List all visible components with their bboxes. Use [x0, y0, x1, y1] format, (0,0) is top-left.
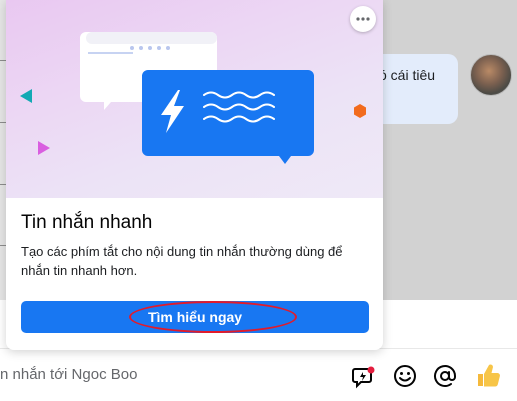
emoji-icon[interactable]	[392, 363, 418, 389]
popup-description: Tạo các phím tắt cho nội dung tin nhắn t…	[21, 244, 343, 278]
learn-more-button[interactable]: Tìm hiểu ngay	[21, 301, 369, 333]
avatar[interactable]	[470, 54, 512, 96]
popup-title: Tin nhắn nhanh	[21, 212, 153, 233]
message-input[interactable]: n nhắn tới Ngoc Boo	[0, 366, 137, 383]
quick-replies-popup: Tin nhắn nhanh Tạo các phím tắt cho nội …	[6, 0, 383, 350]
popup-illustration	[6, 0, 383, 198]
more-horizontal-icon	[356, 17, 370, 21]
illustration-graphic	[20, 32, 366, 164]
thumbs-up-icon[interactable]	[474, 361, 502, 389]
mention-icon[interactable]	[432, 363, 458, 389]
quick-reply-icon[interactable]	[351, 363, 377, 389]
more-options-button[interactable]	[350, 6, 376, 32]
